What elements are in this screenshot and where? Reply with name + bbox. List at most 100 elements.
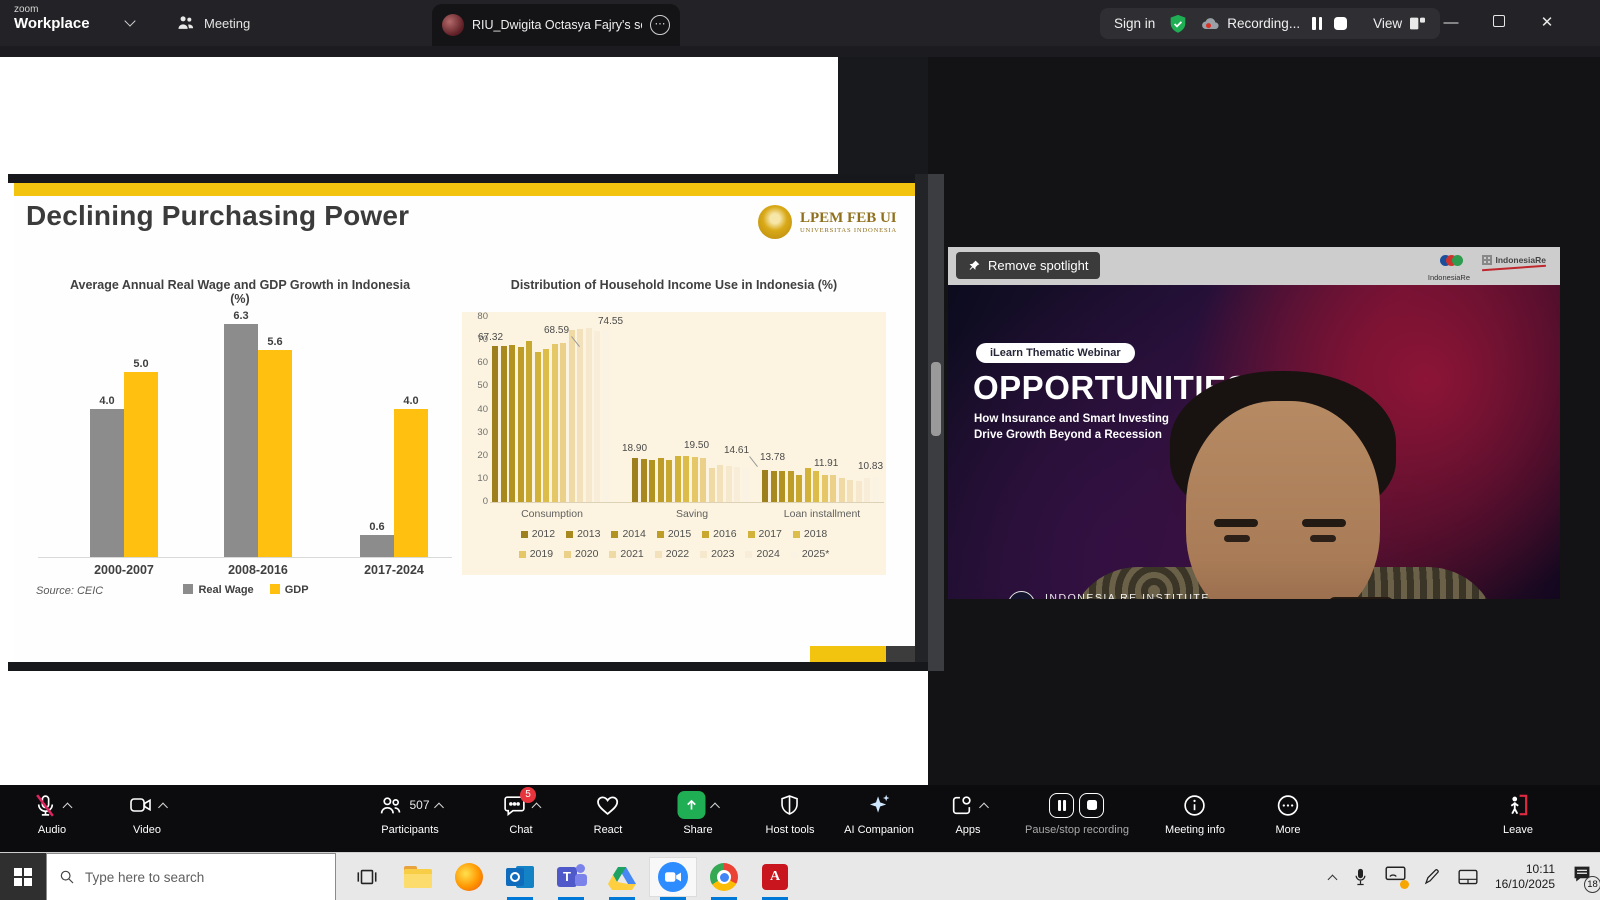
share-scrollbar-thumb[interactable] [931,362,941,436]
bar-2018-loan-installment [813,471,819,502]
workspace-dropdown-icon[interactable] [124,15,135,26]
maximize-button[interactable] [1484,8,1514,38]
meeting-people-icon [176,13,196,33]
sign-in-button[interactable]: Sign in [1114,16,1155,31]
tab-options-icon[interactable]: ⋯ [650,15,670,35]
heart-icon [595,793,621,818]
chevron-up-icon[interactable] [979,802,989,812]
legend-item-2016: 2016 [702,528,736,540]
value-label: 67.32 [478,332,503,343]
bar-2022-loan-installment [847,480,853,502]
bar-real-wage [90,409,124,557]
remove-spotlight-label: Remove spotlight [988,258,1088,273]
x-axis-label: 2008-2016 [202,563,314,577]
bar-gdp [258,350,292,557]
meeting-status-bar: Sign in Recording... View [1100,8,1440,39]
lpem-logo-text: LPEM FEB UI UNIVERSITAS INDONESIA [800,210,897,234]
taskbar-outlook-icon[interactable] [497,858,543,896]
toolbar-video-button[interactable]: Video [128,791,167,836]
legend-swatch [791,551,798,558]
minimize-button[interactable]: — [1436,8,1466,38]
legend-swatch [611,531,618,538]
chevron-up-icon[interactable] [158,802,168,812]
bar-2019-loan-installment [822,475,828,503]
logo-swoosh [1482,265,1546,271]
toolbar-more-button[interactable]: More [1275,791,1300,836]
chevron-up-icon[interactable] [434,802,444,812]
remove-spotlight-button[interactable]: Remove spotlight [956,252,1100,279]
bar-value-label: 5.6 [267,336,282,348]
taskbar-zoom-icon[interactable] [650,858,696,896]
bar-2017-consumption [535,352,541,502]
toolbar-host-tools-button[interactable]: Host tools [766,791,815,836]
bar-2016-loan-installment [796,475,802,502]
zoom-window-titlebar: zoom Workplace Meeting RIU_Dwigita Octas… [0,0,1600,46]
record-controls-icon [1049,793,1104,818]
taskbar-firefox-icon[interactable] [446,858,492,896]
bar-2020-saving [700,458,706,502]
bar-value-label: 4.0 [99,395,114,407]
tab-meeting[interactable]: Meeting [176,13,250,33]
stop-recording-icon[interactable] [1334,17,1347,30]
zoom-workplace-logo: zoom Workplace [14,5,90,31]
toolbar-leave-button[interactable]: Leave [1503,791,1533,836]
chevron-up-icon[interactable] [63,802,73,812]
legend-swatch [748,531,755,538]
bar-2013-loan-installment [771,471,777,502]
view-button[interactable]: View [1373,16,1426,31]
chevron-up-icon[interactable] [710,802,720,812]
search-icon [59,869,75,885]
taskbar-task-view-icon[interactable] [344,858,390,896]
bar-2021-consumption [569,330,575,502]
tab-screen-share[interactable]: RIU_Dwigita Octasya Fajry's scree ⋯ [432,4,680,46]
windows-logo-icon [14,868,32,886]
toolbar-audio-button[interactable]: Audio [33,791,71,836]
legend-item-2024: 2024 [745,548,779,560]
toolbar-label: React [594,824,623,836]
tray-pen-icon[interactable] [1423,868,1441,886]
toolbar-apps-button[interactable]: Apps [949,791,988,836]
bar-gdp [124,372,158,557]
taskbar-clock[interactable]: 10:11 16/10/2025 [1495,862,1555,892]
toolbar-participants-button[interactable]: 507Participants [377,791,442,836]
windows-taskbar: Type here to search T A [0,852,1600,900]
tray-cast-icon[interactable] [1385,866,1406,888]
chat-icon: 5 [502,793,527,818]
toolbar-pause-stop-recording-button[interactable]: Pause/stop recording [1025,791,1129,836]
toolbar-chat-button[interactable]: 5Chat [502,791,540,836]
start-button[interactable] [0,853,46,900]
toolbar-meeting-info-button[interactable]: Meeting info [1165,791,1225,836]
recording-label: Recording... [1227,16,1300,31]
right-chart-panel: 80706050403020100ConsumptionSavingLoan i… [462,312,886,575]
taskbar-acrobat-icon[interactable]: A [752,858,798,896]
indonesia-re-logo-text: IndonesiaRe [1428,273,1470,282]
close-button[interactable]: ✕ [1532,8,1562,38]
notification-center-button[interactable]: 18 [1572,865,1592,889]
leave-icon [1505,792,1531,818]
cloud-recording-icon [1201,16,1221,32]
bar-2012-saving [632,458,638,502]
tray-touchpad-icon[interactable] [1458,869,1478,885]
pause-recording-icon[interactable] [1312,17,1322,30]
pin-icon [968,259,981,272]
taskbar-file-explorer-icon[interactable] [395,858,441,896]
chevron-up-icon[interactable] [532,802,542,812]
toolbar-react-button[interactable]: React [594,791,623,836]
speaker-video-tile[interactable]: IndonesiaRe IndonesiaRe iLearn Thematic … [948,247,1560,599]
pause-recording-button[interactable] [1049,793,1074,818]
category-label: Saving [632,508,752,520]
toolbar-ai-companion-button[interactable]: AI Companion [844,791,914,836]
bar-group-loan-installment [762,468,882,503]
taskbar-drive-icon[interactable] [599,858,645,896]
taskbar-teams-icon[interactable]: T [548,858,594,896]
taskbar-chrome-icon[interactable] [701,858,747,896]
tray-mic-icon[interactable] [1353,867,1368,887]
stop-recording-button[interactable] [1079,793,1104,818]
y-axis-tick: 40 [466,404,488,415]
tray-expand-icon[interactable] [1327,874,1337,884]
bar-value-label: 4.0 [403,395,418,407]
taskbar-search-input[interactable]: Type here to search [46,853,336,900]
bar-group-saving [632,456,752,502]
toolbar-share-button[interactable]: Share [678,791,719,836]
toolbar-label: Apps [955,824,980,836]
